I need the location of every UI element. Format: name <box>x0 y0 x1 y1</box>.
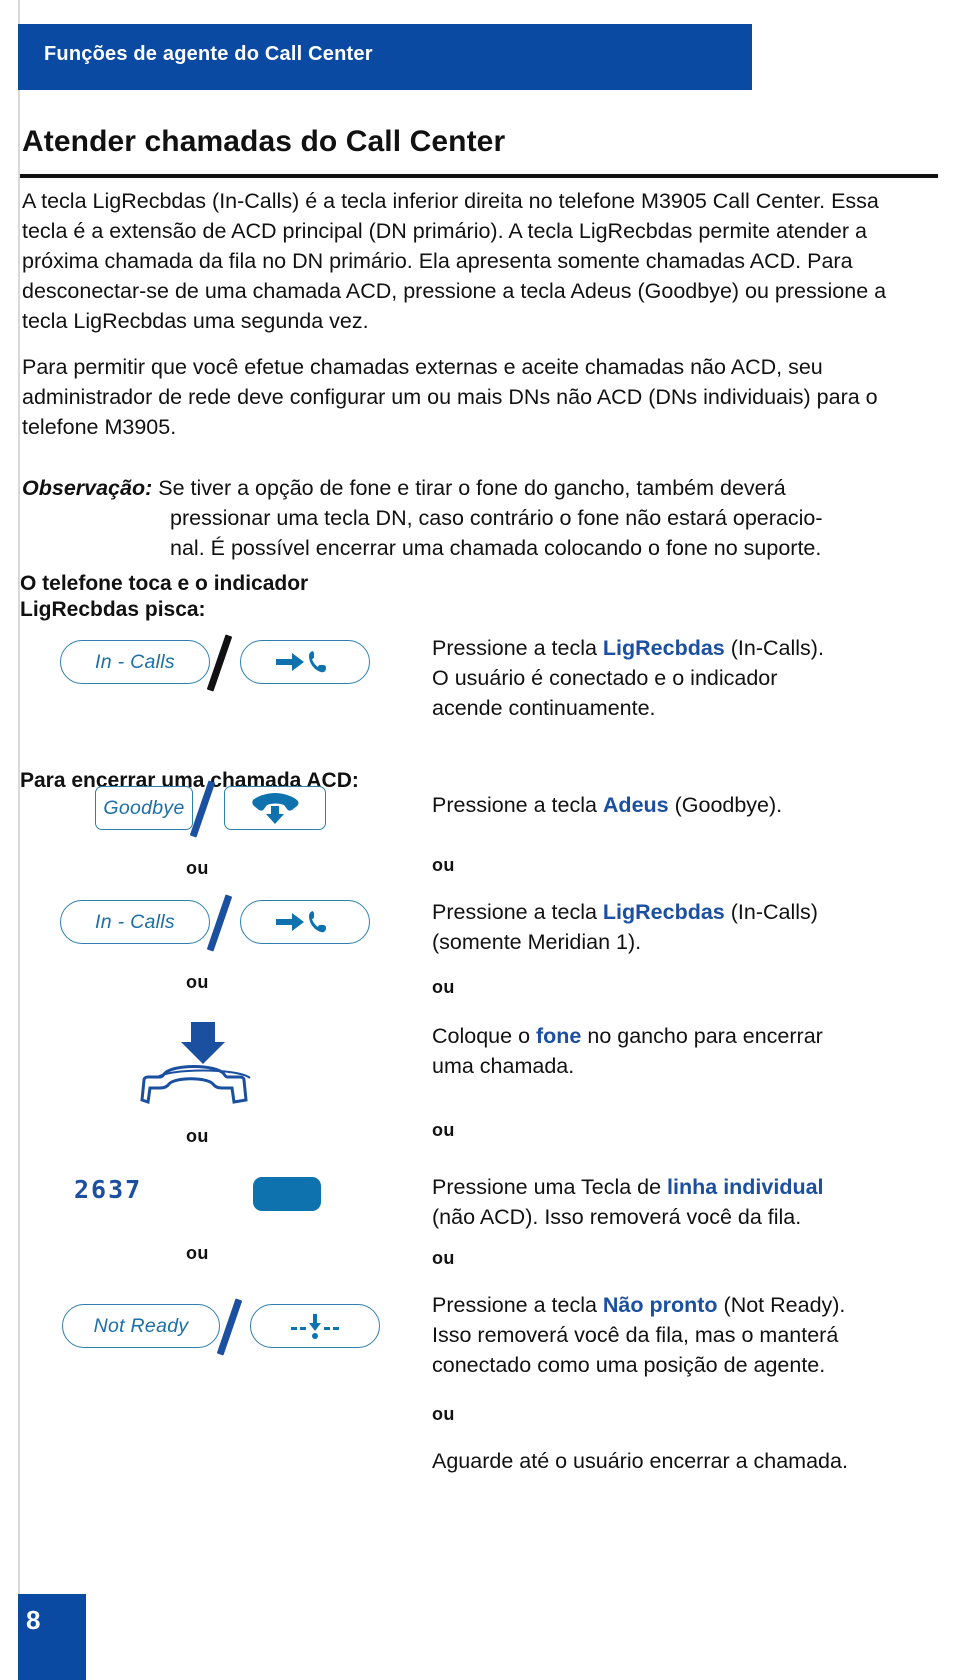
key-in-calls-icon[interactable] <box>240 900 370 944</box>
step-press-not-ready: Pressione a tecla Não pronto (Not Ready)… <box>432 1290 932 1380</box>
slash-separator <box>216 1298 243 1356</box>
step-4-post: no gancho para encerrar <box>581 1024 823 1048</box>
step-5-key: linha individual <box>667 1175 824 1199</box>
slash-separator <box>206 634 233 692</box>
running-header-title: Funções de agente do Call Center <box>44 43 373 65</box>
step-2-pre: Pressione a tecla <box>432 793 603 817</box>
step-6-post: (Not Ready). <box>717 1293 846 1317</box>
step-6-line3: conectado como uma posição de agente. <box>432 1353 826 1377</box>
step-wait-for-caller: Aguarde até o usuário encerrar a chamada… <box>432 1449 848 1473</box>
title-divider <box>20 174 938 178</box>
incoming-call-icon <box>276 651 326 673</box>
note-block: Observação: Se tiver a opção de fone e t… <box>22 473 930 503</box>
key-not-ready[interactable]: Not Ready <box>62 1304 220 1348</box>
key-goodbye-icon[interactable] <box>224 786 326 830</box>
key-not-ready-label: Not Ready <box>93 1314 189 1337</box>
handset-on-cradle-icon <box>140 1022 251 1104</box>
note-label: Observação: <box>22 476 153 500</box>
key-goodbye-label: Goodbye <box>103 796 185 819</box>
page-title: Atender chamadas do Call Center <box>22 125 506 158</box>
step-place-handset-on-hook: Coloque o fone no gancho para encerrar u… <box>432 1021 932 1081</box>
or-separator-right-3: ou <box>432 1120 455 1140</box>
note-line-2: pressionar uma tecla DN, caso contrário … <box>170 506 823 530</box>
step-1-key: LigRecbdas <box>602 636 725 660</box>
or-separator-right-4: ou <box>432 1248 455 1268</box>
intro-paragraph: A tecla LigRecbdas (In-Calls) é a tecla … <box>22 189 887 333</box>
key-in-calls-icon[interactable] <box>240 640 370 684</box>
step-press-in-calls-release: Pressione a tecla LigRecbdas (In-Calls) … <box>432 897 932 957</box>
step-5-line2: (não ACD). Isso removerá você da fila. <box>432 1205 802 1229</box>
step-6-line2: Isso removerá você da fila, mas o manter… <box>432 1323 839 1347</box>
key-not-ready-icon[interactable] <box>250 1304 380 1348</box>
document-page: Funções de agente do Call Center Atender… <box>0 0 960 1680</box>
handset-on-hook-illustration <box>128 1020 278 1106</box>
config-paragraph: Para permitir que você efetue chamadas e… <box>22 355 878 439</box>
key-goodbye[interactable]: Goodbye <box>95 786 193 830</box>
step-4-pre: Coloque o <box>432 1024 536 1048</box>
or-separator-right-2: ou <box>432 977 455 997</box>
or-separator-right-1: ou <box>432 855 455 875</box>
step-6-pre: Pressione a tecla <box>432 1293 603 1317</box>
or-separator-right-5: ou <box>432 1404 455 1424</box>
incoming-call-icon <box>276 911 326 933</box>
step-3-pre: Pressione a tecla <box>432 900 603 924</box>
or-separator-left-2: ou <box>186 972 209 992</box>
or-separator-left-4: ou <box>186 1243 209 1263</box>
step-5-pre: Pressione uma Tecla de <box>432 1175 668 1199</box>
step-1-pre: Pressione a tecla <box>432 636 603 660</box>
lcd-display-number: 2637 <box>74 1175 143 1204</box>
or-separator-left-1: ou <box>186 858 209 878</box>
or-separator-left-3: ou <box>186 1126 209 1146</box>
step-1-post: (In-Calls). <box>724 636 824 660</box>
running-header-banner: Funções de agente do Call Center <box>18 24 752 90</box>
key-in-calls[interactable]: In - Calls <box>60 640 210 684</box>
step-press-goodbye: Pressione a tecla Adeus (Goodbye). <box>432 790 932 820</box>
subheading-ringing: O telefone toca e o indicador LigRecbdas… <box>20 572 309 621</box>
step-press-individual-line: Pressione uma Tecla de linha individual … <box>432 1172 932 1232</box>
left-margin-rule <box>18 0 20 1680</box>
slash-separator <box>206 894 233 952</box>
step-4-key: fone <box>536 1024 582 1048</box>
note-line-3: nal. É possível encerrar uma chamada col… <box>170 536 822 560</box>
step-3-line2: (somente Meridian 1). <box>432 930 642 954</box>
step-2-key: Adeus <box>602 793 669 817</box>
step-4-line2: uma chamada. <box>432 1054 575 1078</box>
key-in-calls[interactable]: In - Calls <box>60 900 210 944</box>
step-1-line3: acende continuamente. <box>432 696 656 720</box>
step-1-line2: O usuário é conectado e o indicador <box>432 666 778 690</box>
not-ready-icon <box>291 1314 339 1339</box>
key-in-calls-label: In - Calls <box>95 910 175 933</box>
step-answer-in-calls: Pressione a tecla LigRecbdas (In-Calls).… <box>432 633 932 723</box>
hang-up-icon <box>252 793 299 824</box>
key-individual-line[interactable] <box>253 1177 321 1211</box>
step-2-post: (Goodbye). <box>668 793 783 817</box>
step-3-key: LigRecbdas <box>602 900 725 924</box>
page-number: 8 <box>26 1605 41 1635</box>
step-6-key: Não pronto <box>602 1293 718 1317</box>
step-3-post: (In-Calls) <box>724 900 818 924</box>
note-line-1: Se tiver a opção de fone e tirar o fone … <box>158 476 786 500</box>
key-in-calls-label: In - Calls <box>95 650 175 673</box>
